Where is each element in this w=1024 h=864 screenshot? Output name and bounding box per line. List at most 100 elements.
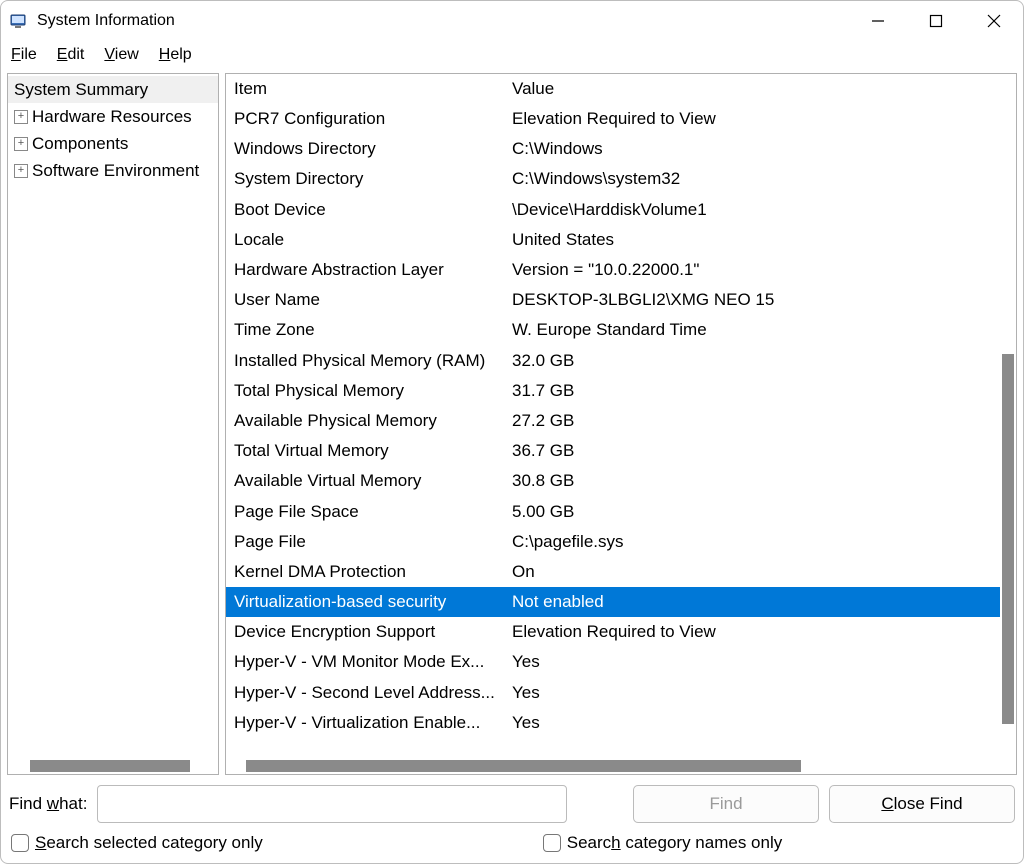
cell-item: Boot Device xyxy=(226,200,510,220)
cell-item: User Name xyxy=(226,290,510,310)
checkbox-icon xyxy=(543,834,561,852)
table-row[interactable]: Total Virtual Memory36.7 GB xyxy=(226,436,1004,466)
cell-value: Elevation Required to View xyxy=(510,622,1004,642)
cell-value: Not enabled xyxy=(510,592,1004,612)
table-header[interactable]: ItemValue xyxy=(226,74,1004,104)
tree-item[interactable]: + Software Environment xyxy=(8,157,218,184)
cell-item: Windows Directory xyxy=(226,139,510,159)
close-find-button[interactable]: Close Find xyxy=(829,785,1015,823)
menu-edit[interactable]: Edit xyxy=(57,46,85,64)
minimize-button[interactable] xyxy=(849,1,907,41)
cell-value: 36.7 GB xyxy=(510,441,1004,461)
table-row[interactable]: Windows DirectoryC:\Windows xyxy=(226,134,1004,164)
cell-item: Time Zone xyxy=(226,320,510,340)
app-window: System Information File Edit View Help S… xyxy=(0,0,1024,864)
table-row[interactable]: Time ZoneW. Europe Standard Time xyxy=(226,315,1004,345)
table-row[interactable]: LocaleUnited States xyxy=(226,225,1004,255)
table-row[interactable]: Hyper-V - Second Level Address...Yes xyxy=(226,678,1004,708)
details-horizontal-scrollbar[interactable] xyxy=(226,758,1016,774)
titlebar: System Information xyxy=(1,1,1023,41)
cell-value: C:\Windows\system32 xyxy=(510,169,1004,189)
table-row[interactable]: Available Physical Memory27.2 GB xyxy=(226,406,1004,436)
cell-value: DESKTOP-3LBGLI2\XMG NEO 15 xyxy=(510,290,1004,310)
tree-item-label: System Summary xyxy=(14,80,148,100)
tree-horizontal-scrollbar[interactable] xyxy=(8,758,218,774)
cell-value: United States xyxy=(510,230,1004,250)
cell-item: System Directory xyxy=(226,169,510,189)
cell-value: C:\pagefile.sys xyxy=(510,532,1004,552)
table-row[interactable]: Boot Device\Device\HarddiskVolume1 xyxy=(226,195,1004,225)
cell-item: Virtualization-based security xyxy=(226,592,510,612)
find-input[interactable] xyxy=(97,785,567,823)
table-row[interactable]: System DirectoryC:\Windows\system32 xyxy=(226,164,1004,194)
tree-item-label: Hardware Resources xyxy=(32,107,192,127)
cell-item: Hyper-V - Second Level Address... xyxy=(226,683,510,703)
details-vertical-scrollbar[interactable] xyxy=(1000,74,1016,758)
table-row[interactable]: Device Encryption SupportElevation Requi… xyxy=(226,617,1004,647)
window-controls xyxy=(849,1,1023,41)
table-row[interactable]: User NameDESKTOP-3LBGLI2\XMG NEO 15 xyxy=(226,285,1004,315)
cell-item: Hyper-V - VM Monitor Mode Ex... xyxy=(226,652,510,672)
table-row[interactable]: Kernel DMA ProtectionOn xyxy=(226,557,1004,587)
cell-item: Hardware Abstraction Layer xyxy=(226,260,510,280)
cell-value: 30.8 GB xyxy=(510,471,1004,491)
menu-help[interactable]: Help xyxy=(159,46,192,64)
details-pane: ItemValuePCR7 ConfigurationElevation Req… xyxy=(225,73,1017,775)
search-selected-category-checkbox[interactable]: Search selected category only xyxy=(11,833,263,853)
details-table[interactable]: ItemValuePCR7 ConfigurationElevation Req… xyxy=(226,74,1004,738)
close-button[interactable] xyxy=(965,1,1023,41)
table-row[interactable]: Available Virtual Memory30.8 GB xyxy=(226,466,1004,496)
table-row[interactable]: Installed Physical Memory (RAM)32.0 GB xyxy=(226,346,1004,376)
menubar: File Edit View Help xyxy=(1,41,1023,73)
tree-item[interactable]: + Hardware Resources xyxy=(8,103,218,130)
find-button[interactable]: Find xyxy=(633,785,819,823)
table-row[interactable]: PCR7 ConfigurationElevation Required to … xyxy=(226,104,1004,134)
cell-value: C:\Windows xyxy=(510,139,1004,159)
tree-item-label: Components xyxy=(32,134,128,154)
table-row[interactable]: Total Physical Memory31.7 GB xyxy=(226,376,1004,406)
cell-value: On xyxy=(510,562,1004,582)
details-vscroll-thumb[interactable] xyxy=(1002,354,1014,724)
cell-item: Installed Physical Memory (RAM) xyxy=(226,351,510,371)
expand-icon[interactable]: + xyxy=(14,137,28,151)
expand-icon[interactable]: + xyxy=(14,110,28,124)
category-tree[interactable]: System Summary + Hardware Resources + Compon… xyxy=(8,74,218,758)
cell-item: Total Virtual Memory xyxy=(226,441,510,461)
find-bar: Find what: Find Close Find Search select… xyxy=(1,779,1023,863)
cell-value: Yes xyxy=(510,683,1004,703)
col-value[interactable]: Value xyxy=(510,79,1004,99)
window-title: System Information xyxy=(37,12,175,30)
tree-item[interactable]: + Components xyxy=(8,130,218,157)
maximize-button[interactable] xyxy=(907,1,965,41)
cell-item: PCR7 Configuration xyxy=(226,109,510,129)
cell-value: 27.2 GB xyxy=(510,411,1004,431)
menu-view[interactable]: View xyxy=(104,46,138,64)
table-row[interactable]: Virtualization-based securityNot enabled xyxy=(226,587,1004,617)
details-scroll: ItemValuePCR7 ConfigurationElevation Req… xyxy=(226,74,1016,758)
expand-icon[interactable]: + xyxy=(14,164,28,178)
cell-item: Page File xyxy=(226,532,510,552)
cell-value: 31.7 GB xyxy=(510,381,1004,401)
tree-item-label: Software Environment xyxy=(32,161,199,181)
content-area: System Summary + Hardware Resources + Compon… xyxy=(1,73,1023,779)
search-category-names-checkbox[interactable]: Search category names only xyxy=(543,833,782,853)
menu-file[interactable]: File xyxy=(11,46,37,64)
checkbox-icon xyxy=(11,834,29,852)
app-icon xyxy=(9,11,29,31)
cell-item: Available Virtual Memory xyxy=(226,471,510,491)
cell-item: Locale xyxy=(226,230,510,250)
cell-item: Kernel DMA Protection xyxy=(226,562,510,582)
col-item[interactable]: Item xyxy=(226,79,510,99)
table-row[interactable]: Hyper-V - VM Monitor Mode Ex...Yes xyxy=(226,647,1004,677)
table-row[interactable]: Page FileC:\pagefile.sys xyxy=(226,527,1004,557)
details-hscroll-thumb[interactable] xyxy=(246,760,801,772)
cell-value: 5.00 GB xyxy=(510,502,1004,522)
tree-hscroll-thumb[interactable] xyxy=(30,760,190,772)
table-row[interactable]: Hyper-V - Virtualization Enable...Yes xyxy=(226,708,1004,738)
table-row[interactable]: Page File Space5.00 GB xyxy=(226,496,1004,526)
tree-item[interactable]: System Summary xyxy=(8,76,218,103)
cell-value: Elevation Required to View xyxy=(510,109,1004,129)
cell-value: Yes xyxy=(510,652,1004,672)
table-row[interactable]: Hardware Abstraction LayerVersion = "10.… xyxy=(226,255,1004,285)
cell-item: Page File Space xyxy=(226,502,510,522)
